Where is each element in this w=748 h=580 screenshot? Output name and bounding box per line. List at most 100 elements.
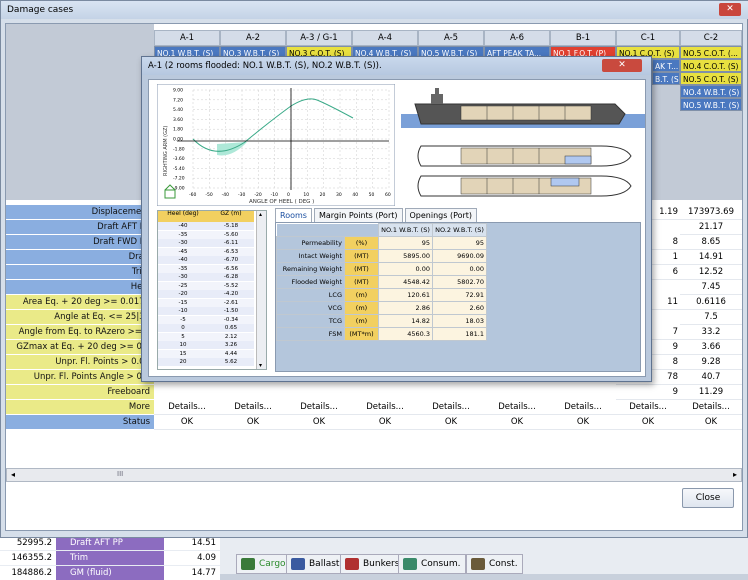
- row-label-freeboard: Freeboard: [6, 385, 154, 400]
- details-link-c1[interactable]: Details...: [616, 400, 680, 415]
- room-param-value: 72.91: [432, 288, 487, 302]
- horizontal-scrollbar[interactable]: ◂ III ▸: [6, 468, 742, 482]
- column-header-a1[interactable]: A-1: [154, 30, 220, 46]
- close-button[interactable]: Close: [682, 488, 734, 508]
- c2-value: 173973.69: [680, 205, 742, 220]
- row-label-gzmax: GZmax at Eq. + 20 deg >= 0.1: [6, 340, 154, 355]
- gz-value: -6.28: [208, 273, 254, 281]
- dialog-close-button[interactable]: ✕: [602, 59, 642, 72]
- tab-rooms[interactable]: Rooms: [275, 208, 312, 222]
- status-ok: OK: [680, 415, 742, 430]
- column-header-c1[interactable]: C-1: [616, 30, 680, 46]
- heel-value: -35: [158, 264, 208, 273]
- chart-ylabel: RIGHTING ARM (GZ): [163, 126, 169, 176]
- bg-row-label: Trim: [56, 551, 164, 565]
- details-link-a4[interactable]: Details...: [352, 400, 418, 415]
- column-header-a5[interactable]: A-5: [418, 30, 484, 46]
- column-header-a3[interactable]: A-3 / G-1: [286, 30, 352, 46]
- room-param-value: 4548.42: [378, 275, 433, 289]
- cargo-icon: [241, 558, 255, 570]
- tab-openings[interactable]: Openings (Port): [404, 208, 478, 222]
- gz-value: 2.12: [208, 332, 254, 341]
- window-close-button[interactable]: ✕: [719, 3, 741, 16]
- bg-row-value: 14.51: [164, 536, 220, 550]
- room-table-rows: Permeability (%) 95 95 Intact Weight (MT) 5895…: [276, 236, 487, 341]
- gz-value: -6.70: [208, 256, 254, 264]
- x-tick-label: -50: [205, 192, 212, 198]
- column-header-b1[interactable]: B-1: [550, 30, 616, 46]
- details-link-a3[interactable]: Details...: [286, 400, 352, 415]
- consum-icon: [403, 558, 417, 570]
- room-table-row: VCG (m) 2.86 2.60: [276, 301, 487, 315]
- column-header-c2[interactable]: C-2: [680, 30, 742, 46]
- room-param-label: LCG: [276, 288, 345, 302]
- const-toolbar-button[interactable]: Const.: [466, 554, 523, 574]
- row-label-draft-aft: Draft AFT PP: [6, 220, 154, 235]
- room-cell[interactable]: NO.4 W.B.T. (S): [680, 85, 742, 98]
- gz-curve-chart: RIGHTING ARM (GZ) ANGLE OF HEEL ( DEG ) …: [157, 84, 395, 206]
- row-label-draft-fwd: Draft FWD PP: [6, 235, 154, 250]
- heel-value: -30: [158, 239, 208, 247]
- scroll-right-arrow-icon[interactable]: ▸: [733, 470, 737, 479]
- details-link-a5[interactable]: Details...: [418, 400, 484, 415]
- heel-value: -5: [158, 315, 208, 324]
- heel-value: -10: [158, 307, 208, 315]
- room-table-row: Flooded Weight (MT) 4548.42 5802.70: [276, 275, 487, 289]
- room-table-row: FSM (MT*m) 4560.3 181.1: [276, 327, 487, 341]
- status-ok: OK: [616, 415, 680, 430]
- details-link-a1[interactable]: Details...: [154, 400, 220, 415]
- chart-yticks: 9.00 7.20 5.40 3.60 1.80 0.00 -1.80 -3.60 -5.40 -…: [173, 88, 185, 192]
- const-icon: [471, 558, 485, 570]
- scroll-up-arrow-icon[interactable]: ▴: [259, 211, 262, 218]
- toolbar-label: Ballast: [309, 559, 340, 569]
- tab-margin-points[interactable]: Margin Points (Port): [313, 208, 403, 222]
- heel-column-header: Heel (deg): [158, 211, 208, 222]
- details-link-a6[interactable]: Details...: [484, 400, 550, 415]
- room-param-value: 18.03: [432, 314, 487, 328]
- room-param-value: 181.1: [432, 327, 487, 341]
- heel-value: -15: [158, 298, 208, 307]
- dialog-body: RIGHTING ARM (GZ) ANGLE OF HEEL ( DEG ) …: [148, 79, 646, 377]
- x-tick-label: 40: [352, 192, 358, 198]
- room-cell[interactable]: AK T...: [652, 59, 680, 72]
- scroll-down-arrow-icon[interactable]: ▾: [259, 362, 262, 369]
- status-ok: OK: [154, 415, 220, 430]
- room-param-label: Flooded Weight: [276, 275, 345, 289]
- room-table-row: Permeability (%) 95 95: [276, 236, 487, 250]
- room-cell[interactable]: NO.5 W.B.T. (S): [680, 98, 742, 111]
- bunkers-toolbar-button[interactable]: Bunkers: [340, 554, 405, 574]
- column-header-a4[interactable]: A-4: [352, 30, 418, 46]
- room-cell[interactable]: NO.4 C.O.T. (S): [680, 59, 742, 72]
- room-param-label: VCG: [276, 301, 345, 315]
- column-header-a2[interactable]: A-2: [220, 30, 286, 46]
- room-param-value: 14.82: [378, 314, 433, 328]
- gz-value: -5.60: [208, 230, 254, 239]
- room-param-unit: (MT*m): [344, 327, 379, 341]
- details-link-a2[interactable]: Details...: [220, 400, 286, 415]
- room-param-value: 5802.70: [432, 275, 487, 289]
- details-link-b1[interactable]: Details...: [550, 400, 616, 415]
- scroll-left-arrow-icon[interactable]: ◂: [11, 470, 15, 479]
- consum-toolbar-button[interactable]: Consum.: [398, 554, 466, 574]
- cargo-toolbar-button[interactable]: Cargo: [236, 554, 291, 574]
- c1-value: 9: [616, 385, 680, 400]
- scroll-thumb-grip[interactable]: III: [117, 470, 123, 478]
- room-cell[interactable]: NO.5 C.O.T. (...: [680, 46, 742, 59]
- gz-value: -6.11: [208, 239, 254, 247]
- bg-row-number: 184886.2: [0, 566, 56, 580]
- gz-value: -6.53: [208, 247, 254, 256]
- column-header-a6[interactable]: A-6: [484, 30, 550, 46]
- details-link-c2[interactable]: Details...: [680, 400, 742, 415]
- ballast-toolbar-button[interactable]: Ballast: [286, 554, 345, 574]
- room-cell[interactable]: B.T. (S): [652, 72, 680, 85]
- heel-table-scrollbar[interactable]: ▴ ▾: [256, 211, 266, 369]
- status-ok: OK: [418, 415, 484, 430]
- toolbar-label: Cargo: [259, 559, 286, 569]
- room-cell[interactable]: NO.5 C.O.T. (S): [680, 72, 742, 85]
- c2-value: 33.2: [680, 325, 742, 340]
- c2-value: 8.65: [680, 235, 742, 250]
- row-label-unpr-points: Unpr. Fl. Points > 0.00: [6, 355, 154, 370]
- gz-value: -2.61: [208, 298, 254, 307]
- gz-value: 3.26: [208, 341, 254, 349]
- bg-row: 184886.2 GM (fluid) 14.77: [0, 566, 220, 580]
